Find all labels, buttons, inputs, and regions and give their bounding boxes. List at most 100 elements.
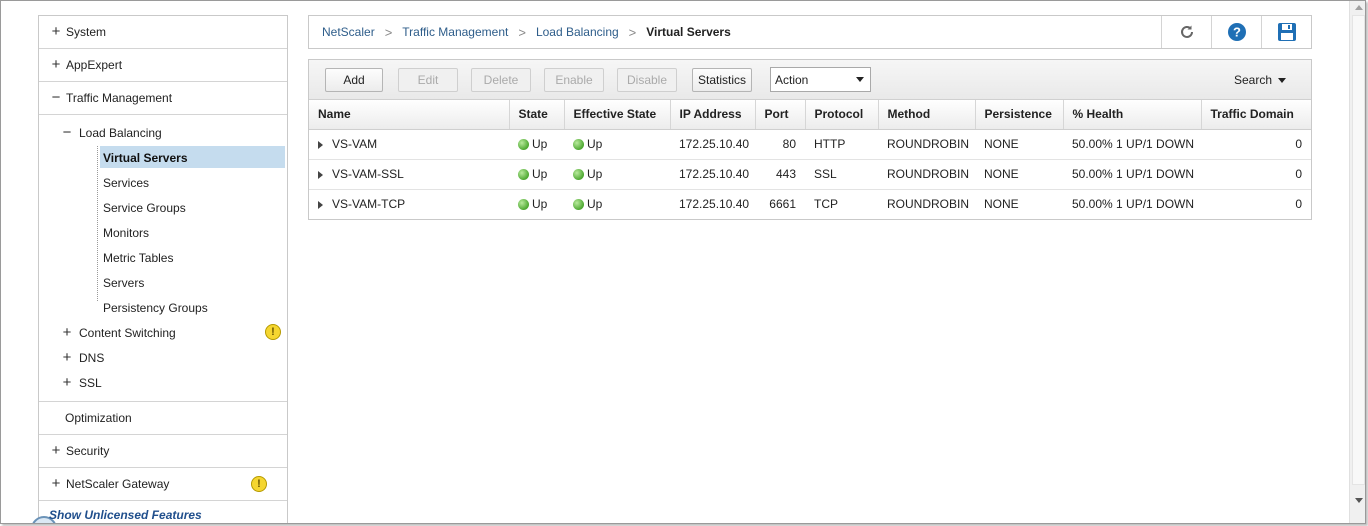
scroll-down-icon[interactable] <box>1355 498 1363 503</box>
tree-leaf-label: Monitors <box>103 225 150 240</box>
status-up-icon <box>518 139 529 150</box>
table-row[interactable]: VS-VAM-TCP Up Up 172.25.10.40 6661 TCP R… <box>309 189 1311 219</box>
tree-node-ssl[interactable]: + SSL <box>39 370 287 395</box>
refresh-icon <box>1180 25 1193 38</box>
breadcrumb-netscaler[interactable]: NetScaler <box>322 25 375 39</box>
collapse-icon[interactable]: − <box>61 124 73 141</box>
statistics-button[interactable]: Statistics <box>692 68 752 92</box>
enable-button[interactable]: Enable <box>544 68 604 92</box>
column-header-state[interactable]: State <box>509 100 565 130</box>
tree-node-content-switching[interactable]: + Content Switching ! <box>39 320 287 345</box>
cell-ip: 172.25.10.40 <box>679 197 750 212</box>
tree-node-load-balancing[interactable]: − Load Balancing <box>39 120 287 145</box>
column-header-effective-state[interactable]: Effective State <box>564 100 671 130</box>
table-row[interactable]: VS-VAM-SSL Up Up 172.25.10.40 443 SSL RO… <box>309 159 1311 190</box>
chevron-right-icon: > <box>628 24 637 40</box>
expand-row-icon[interactable] <box>318 201 323 210</box>
action-dropdown[interactable]: Action <box>770 67 871 92</box>
expand-icon[interactable]: + <box>50 443 62 458</box>
status-up-icon <box>573 199 584 211</box>
cell-effective-state: Up <box>587 197 603 212</box>
cell-traffic-domain: 0 <box>1201 129 1311 160</box>
column-header-protocol[interactable]: Protocol <box>805 100 879 130</box>
add-button[interactable]: Add <box>325 68 383 92</box>
search-label: Search <box>1233 73 1272 87</box>
expand-icon[interactable]: + <box>50 24 62 39</box>
column-header-health[interactable]: % Health <box>1063 100 1202 130</box>
disable-button[interactable]: Disable <box>617 68 677 92</box>
edit-button[interactable]: Edit <box>398 68 458 92</box>
tree-node-dns[interactable]: + DNS <box>39 345 287 370</box>
tree-leaf-persistency-groups[interactable]: Persistency Groups <box>39 295 287 320</box>
traffic-management-tree: − Load Balancing Virtual Servers Service… <box>39 120 287 402</box>
cell-method: ROUNDROBIN <box>878 129 975 160</box>
scrollbar-thumb[interactable] <box>1352 15 1365 485</box>
save-button[interactable] <box>1261 16 1311 48</box>
tree-leaf-label: Servers <box>103 275 145 290</box>
cell-effective-state: Up <box>587 167 603 181</box>
expand-row-icon[interactable] <box>318 170 323 179</box>
scroll-up-icon[interactable] <box>1355 5 1363 10</box>
breadcrumb-traffic-management[interactable]: Traffic Management <box>402 25 508 39</box>
collapse-icon[interactable]: − <box>50 90 62 105</box>
cell-port: 80 <box>755 129 805 160</box>
expand-icon[interactable]: + <box>61 374 73 391</box>
cell-state: Up <box>532 137 548 151</box>
breadcrumb-bar: NetScaler > Traffic Management > Load Ba… <box>308 15 1312 49</box>
cell-health: 50.00% 1 UP/1 DOWN <box>1063 159 1201 190</box>
warning-icon[interactable]: ! <box>251 476 267 492</box>
delete-button[interactable]: Delete <box>471 68 531 92</box>
expand-row-icon[interactable] <box>318 140 323 149</box>
column-header-persistence[interactable]: Persistence <box>975 100 1064 130</box>
vertical-scrollbar[interactable] <box>1349 1 1365 523</box>
tree-leaf-servers[interactable]: Servers <box>39 270 287 295</box>
show-unlicensed-features-link[interactable]: Show Unlicensed Features <box>49 508 202 522</box>
caret-down-icon <box>856 77 864 82</box>
nav-section-appexpert[interactable]: + AppExpert <box>39 49 287 82</box>
cell-protocol: SSL <box>805 159 878 190</box>
cell-method: ROUNDROBIN <box>878 159 975 190</box>
expand-icon[interactable]: + <box>50 476 62 491</box>
nav-section-label: NetScaler Gateway <box>66 477 170 491</box>
tree-leaf-metric-tables[interactable]: Metric Tables <box>39 245 287 270</box>
app-window: + System + AppExpert − Traffic Managemen… <box>0 0 1366 524</box>
cell-ip: 172.25.10.40 <box>670 129 755 160</box>
cell-health: 50.00% 1 UP/1 DOWN <box>1063 129 1201 160</box>
search-toggle[interactable]: Search <box>1234 73 1286 87</box>
nav-section-security[interactable]: + Security <box>39 435 287 468</box>
nav-section-system[interactable]: + System <box>39 16 287 49</box>
column-header-port[interactable]: Port <box>755 100 806 130</box>
tree-leaf-label: Metric Tables <box>103 250 174 265</box>
tree-leaf-service-groups[interactable]: Service Groups <box>39 195 287 220</box>
nav-section-optimization[interactable]: Optimization <box>39 402 287 435</box>
tree-leaf-virtual-servers[interactable]: Virtual Servers <box>39 145 287 170</box>
breadcrumb-load-balancing[interactable]: Load Balancing <box>536 25 619 39</box>
column-header-ip-address[interactable]: IP Address <box>670 100 756 130</box>
virtual-servers-panel: Add Edit Delete Enable Disable Statistic… <box>308 59 1312 220</box>
table-row[interactable]: VS-VAM Up Up 172.25.10.40 80 HTTP ROUNDR… <box>309 129 1311 160</box>
nav-section-label: System <box>66 25 107 39</box>
tree-leaf-monitors[interactable]: Monitors <box>39 220 287 245</box>
nav-section-netscaler-gateway[interactable]: + NetScaler Gateway ! <box>39 468 287 501</box>
tree-leaf-label: Virtual Servers <box>103 150 188 165</box>
warning-icon[interactable]: ! <box>265 324 281 340</box>
expand-icon[interactable]: + <box>61 349 73 366</box>
virtual-servers-table: Name State Effective State IP Address Po… <box>309 100 1311 219</box>
help-button[interactable]: ? <box>1211 16 1261 48</box>
column-header-traffic-domain[interactable]: Traffic Domain <box>1201 100 1311 130</box>
refresh-button[interactable] <box>1161 16 1211 48</box>
tree-leaf-label: Service Groups <box>103 200 186 215</box>
tree-node-label: Content Switching <box>79 325 176 340</box>
nav-section-traffic-management[interactable]: − Traffic Management <box>39 82 287 115</box>
cell-ip: 172.25.10.40 <box>670 159 755 190</box>
expand-icon[interactable]: + <box>50 57 62 72</box>
breadcrumb: NetScaler > Traffic Management > Load Ba… <box>309 25 731 40</box>
table-header-row: Name State Effective State IP Address Po… <box>309 100 1311 130</box>
status-up-icon <box>573 139 584 150</box>
expand-icon[interactable]: + <box>61 324 73 341</box>
chevron-right-icon: > <box>518 24 526 40</box>
tree-leaf-services[interactable]: Services <box>39 170 287 195</box>
column-header-method[interactable]: Method <box>878 100 976 130</box>
column-header-name[interactable]: Name <box>309 100 510 130</box>
cell-name: VS-VAM-SSL <box>332 167 404 181</box>
